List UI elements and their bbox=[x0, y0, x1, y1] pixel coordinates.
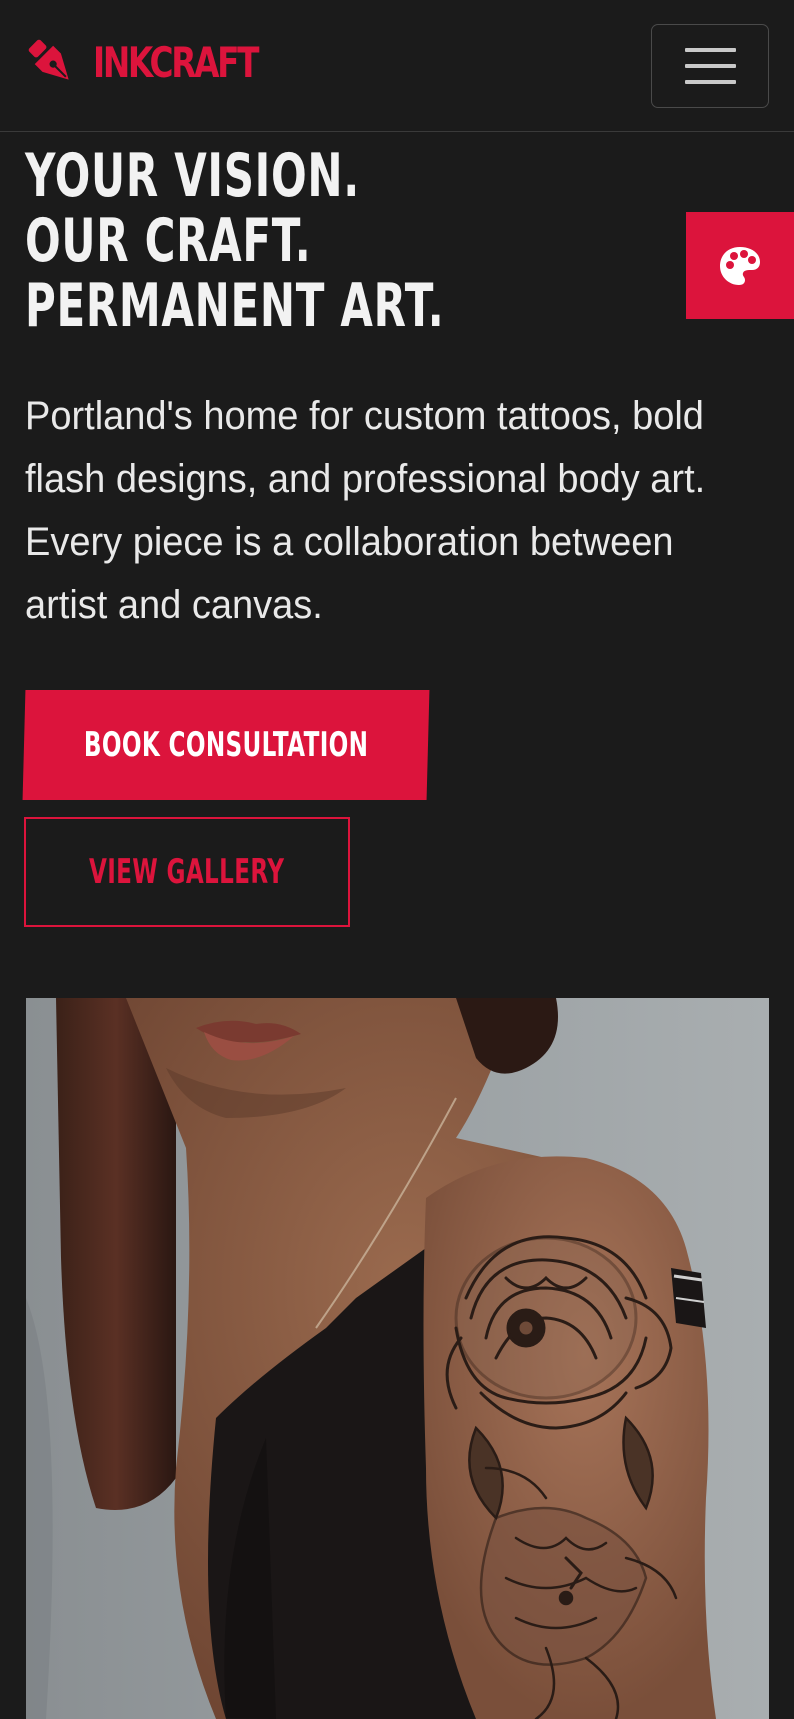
pen-nib-icon bbox=[28, 39, 69, 80]
view-gallery-button[interactable]: VIEW GALLERY bbox=[24, 817, 350, 927]
site-header: INKCRAFT bbox=[0, 0, 794, 132]
hamburger-menu-icon-bar bbox=[685, 64, 736, 68]
hero-title: YOUR VISION. OUR CRAFT. PERMANENT ART. bbox=[25, 144, 444, 339]
palette-icon bbox=[720, 246, 760, 285]
menu-toggle-button[interactable] bbox=[651, 24, 769, 108]
book-consultation-label: BOOK CONSULTATION bbox=[83, 725, 369, 765]
brand-logo-link[interactable]: INKCRAFT bbox=[24, 34, 303, 90]
brand-name: INKCRAFT bbox=[93, 37, 259, 87]
view-gallery-label: VIEW GALLERY bbox=[89, 852, 285, 892]
hero-title-line: PERMANENT ART. bbox=[25, 271, 445, 341]
hero-title-line: YOUR VISION. bbox=[25, 141, 360, 211]
hamburger-menu-icon-bar bbox=[685, 80, 736, 84]
theme-palette-button[interactable] bbox=[686, 212, 794, 319]
book-consultation-button[interactable]: BOOK CONSULTATION bbox=[22, 690, 430, 800]
hero-description: Portland's home for custom tattoos, bold… bbox=[25, 394, 706, 627]
hamburger-menu-icon bbox=[685, 48, 736, 52]
hero-title-line: OUR CRAFT. bbox=[25, 206, 312, 276]
hero-image bbox=[26, 998, 769, 1719]
